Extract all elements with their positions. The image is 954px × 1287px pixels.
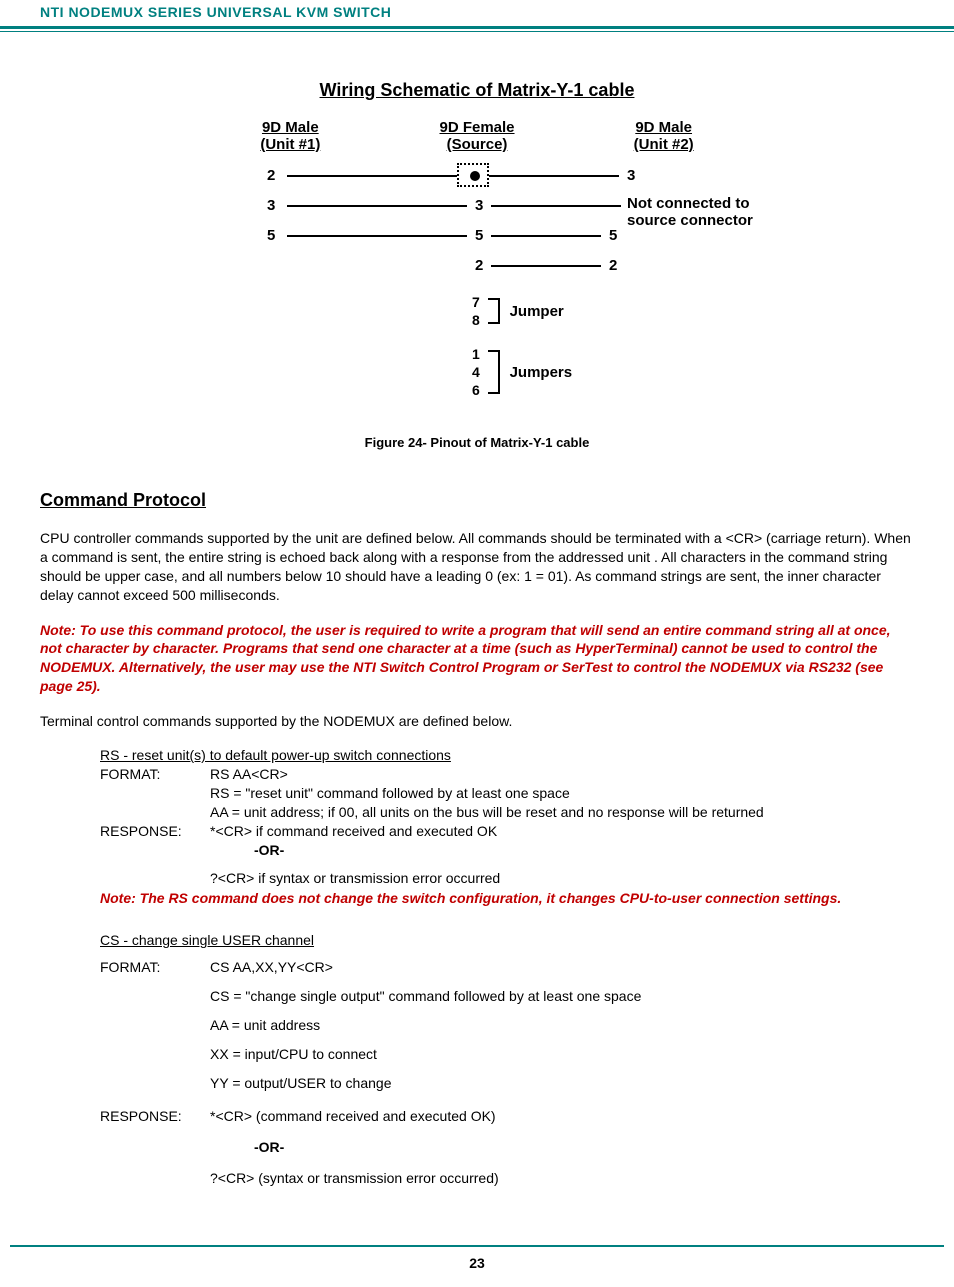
pin-row-4: 2 2	[197, 257, 757, 287]
jumper-7-8: 7 8 Jumper	[472, 293, 757, 333]
cmd-cs-title: CS - change single USER channel	[100, 932, 914, 948]
wiring-schematic: 9D Male(Unit #1) 9D Female(Source) 9D Ma…	[197, 119, 757, 405]
pin-5-mid: 5	[475, 227, 483, 244]
header-rule	[0, 26, 954, 32]
cmd-rs-format-1: RS AA<CR>	[210, 765, 914, 784]
cmd-rs-note: Note: The RS command does not change the…	[100, 890, 914, 906]
jumpers-label: Jumpers	[510, 364, 573, 381]
side-note-line1: Not connected to	[627, 195, 750, 212]
wire	[287, 175, 457, 177]
note-protocol: Note: To use this command protocol, the …	[40, 621, 914, 697]
wire	[491, 265, 601, 267]
page-number: 23	[0, 1255, 954, 1271]
format-label: FORMAT:	[100, 765, 210, 822]
cmd-rs-resp-2: ?<CR> if syntax or transmission error oc…	[210, 869, 914, 888]
pin-5-right: 5	[609, 227, 617, 244]
response-label: RESPONSE:	[100, 1107, 210, 1194]
col3-line2: (Unit #2)	[634, 136, 694, 153]
cmd-cs-resp-2: ?<CR> (syntax or transmission error occu…	[210, 1169, 914, 1188]
cmd-rs-format-3: AA = unit address; if 00, all units on t…	[210, 803, 914, 822]
or-text: -OR-	[254, 1138, 914, 1157]
pin-3-mid: 3	[475, 197, 483, 214]
section-title: Command Protocol	[40, 490, 914, 511]
bracket-icon	[488, 298, 500, 324]
format-label: FORMAT:	[100, 958, 210, 1098]
response-label: RESPONSE:	[100, 822, 210, 860]
paragraph-2: Terminal control commands supported by t…	[40, 712, 914, 731]
pin-7: 7	[472, 293, 480, 311]
cmd-cs-format-5: YY = output/USER to change	[210, 1074, 914, 1093]
bracket-icon	[488, 350, 500, 394]
pin-2-left: 2	[267, 167, 275, 184]
cmd-cs-resp-1: *<CR> (command received and executed OK)	[210, 1107, 914, 1126]
cmd-rs-format-2: RS = "reset unit" command followed by at…	[210, 784, 914, 803]
footer-rule	[10, 1245, 944, 1247]
cmd-cs-format-1: CS AA,XX,YY<CR>	[210, 958, 914, 977]
col1-line2: (Unit #1)	[260, 136, 320, 153]
wire	[491, 205, 621, 207]
command-cs: CS - change single USER channel FORMAT: …	[40, 932, 914, 1193]
cmd-rs-resp-1: *<CR> if command received and executed O…	[210, 822, 914, 841]
cmd-rs-title: RS - reset unit(s) to default power-up s…	[100, 747, 914, 763]
wire	[287, 205, 467, 207]
dotted-box	[457, 163, 489, 187]
col1-line1: 9D Male	[262, 119, 319, 136]
command-rs: RS - reset unit(s) to default power-up s…	[40, 747, 914, 906]
pin-5-left: 5	[267, 227, 275, 244]
schematic-title: Wiring Schematic of Matrix-Y-1 cable	[40, 80, 914, 101]
cmd-cs-format-3: AA = unit address	[210, 1016, 914, 1035]
pin-row-3: 5 5 5	[197, 227, 757, 257]
figure-caption: Figure 24- Pinout of Matrix-Y-1 cable	[40, 435, 914, 450]
pin-8: 8	[472, 311, 480, 329]
jumper-label: Jumper	[510, 303, 564, 320]
page-header: NTI NODEMUX SERIES UNIVERSAL KVM SWITCH	[0, 0, 954, 26]
jumper-1-4-6: 1 4 6 Jumpers	[472, 345, 757, 405]
or-text: -OR-	[254, 841, 914, 860]
junction-dot	[470, 171, 480, 181]
wire	[491, 235, 601, 237]
pin-2-right: 2	[609, 257, 617, 274]
paragraph-1: CPU controller commands supported by the…	[40, 529, 914, 605]
col3-line1: 9D Male	[635, 119, 692, 136]
pin-2-mid: 2	[475, 257, 483, 274]
pin-3-right: 3	[627, 167, 635, 184]
wire	[287, 235, 467, 237]
pin-6: 6	[472, 381, 480, 399]
page-body: Wiring Schematic of Matrix-Y-1 cable 9D …	[0, 52, 954, 1287]
pin-row-1: 2 3	[197, 167, 757, 197]
pin-4: 4	[472, 363, 480, 381]
pin-row-2: 3 3 Not connected to source connector	[197, 197, 757, 227]
side-note: Not connected to source connector	[627, 195, 753, 229]
pin-1: 1	[472, 345, 480, 363]
pin-3-left: 3	[267, 197, 275, 214]
col2-line2: (Source)	[447, 136, 508, 153]
wire	[489, 175, 619, 177]
cmd-cs-format-2: CS = "change single output" command foll…	[210, 987, 914, 1006]
cmd-cs-format-4: XX = input/CPU to connect	[210, 1045, 914, 1064]
col2-line1: 9D Female	[439, 119, 514, 136]
schematic-columns: 9D Male(Unit #1) 9D Female(Source) 9D Ma…	[197, 119, 757, 153]
